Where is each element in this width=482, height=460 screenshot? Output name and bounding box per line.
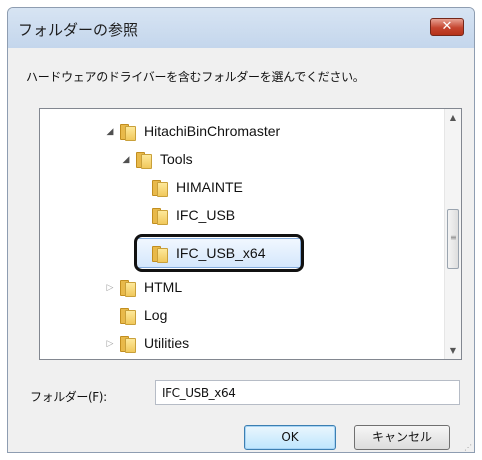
tree-item-label: HitachiBinChromaster (144, 123, 281, 139)
tree-item-himainte[interactable]: HIMAINTE (136, 173, 243, 201)
title-bar: フォルダーの参照 ✕ (8, 8, 474, 48)
tree-item-label: HTML (144, 279, 183, 295)
tree-item-label: Log (144, 307, 168, 323)
tree-item-label: IFC_USB_x64 (176, 245, 266, 261)
tree-item-log[interactable]: Log (104, 301, 167, 329)
folder-browse-dialog: フォルダーの参照 ✕ ハードウェアのドライバーを含むフォルダーを選んでください。… (7, 7, 475, 453)
tree-item-html[interactable]: ▷ HTML (104, 273, 182, 301)
folder-icon (136, 151, 152, 169)
tree-item-hitachibinchromaster[interactable]: ◢ HitachiBinChromaster (104, 117, 280, 145)
folder-icon (120, 307, 136, 325)
tree-item-tools[interactable]: ◢ Tools (120, 145, 193, 173)
tree-item-utilities[interactable]: ▷ Utilities (104, 329, 189, 357)
expand-arrow-icon[interactable]: ◢ (104, 126, 116, 137)
close-button[interactable]: ✕ (430, 18, 464, 36)
folder-icon (152, 179, 168, 197)
expand-arrow-icon[interactable]: ▷ (104, 282, 116, 293)
instruction-text: ハードウェアのドライバーを含むフォルダーを選んでください。 (26, 70, 365, 84)
folder-input[interactable]: IFC_USB_x64 (155, 380, 460, 405)
tree-item-ifc-usb-x64[interactable]: IFC_USB_x64 (136, 239, 265, 267)
expand-arrow-icon[interactable]: ▷ (104, 338, 116, 349)
ok-button[interactable]: OK (244, 425, 336, 450)
tree-item-label: IFC_USB (176, 207, 236, 223)
dialog-title: フォルダーの参照 (18, 21, 139, 39)
folder-tree[interactable]: ◢ HitachiBinChromaster ◢ Tools HIMAINTE … (39, 108, 462, 360)
cancel-button[interactable]: キャンセル (354, 425, 450, 450)
vertical-scrollbar[interactable]: ▲ ≡ ▼ (444, 109, 461, 359)
tree-item-label: HIMAINTE (176, 179, 243, 195)
folder-icon (152, 245, 168, 263)
folder-field-label: フォルダー(F): (30, 390, 107, 404)
scroll-up-icon[interactable]: ▲ (445, 109, 461, 126)
folder-icon (152, 207, 168, 225)
tree-item-label: Tools (160, 151, 193, 167)
folder-icon (120, 279, 136, 297)
folder-icon (120, 123, 136, 141)
tree-item-label: Utilities (144, 335, 190, 351)
tree-item-ifc-usb[interactable]: IFC_USB (136, 201, 235, 229)
expand-arrow-icon[interactable]: ◢ (120, 154, 132, 165)
scroll-thumb[interactable]: ≡ (447, 209, 459, 269)
resize-grip-icon[interactable]: ⋰ (464, 444, 472, 452)
grip-icon: ≡ (450, 233, 457, 242)
scroll-down-icon[interactable]: ▼ (445, 342, 461, 359)
folder-icon (120, 335, 136, 353)
